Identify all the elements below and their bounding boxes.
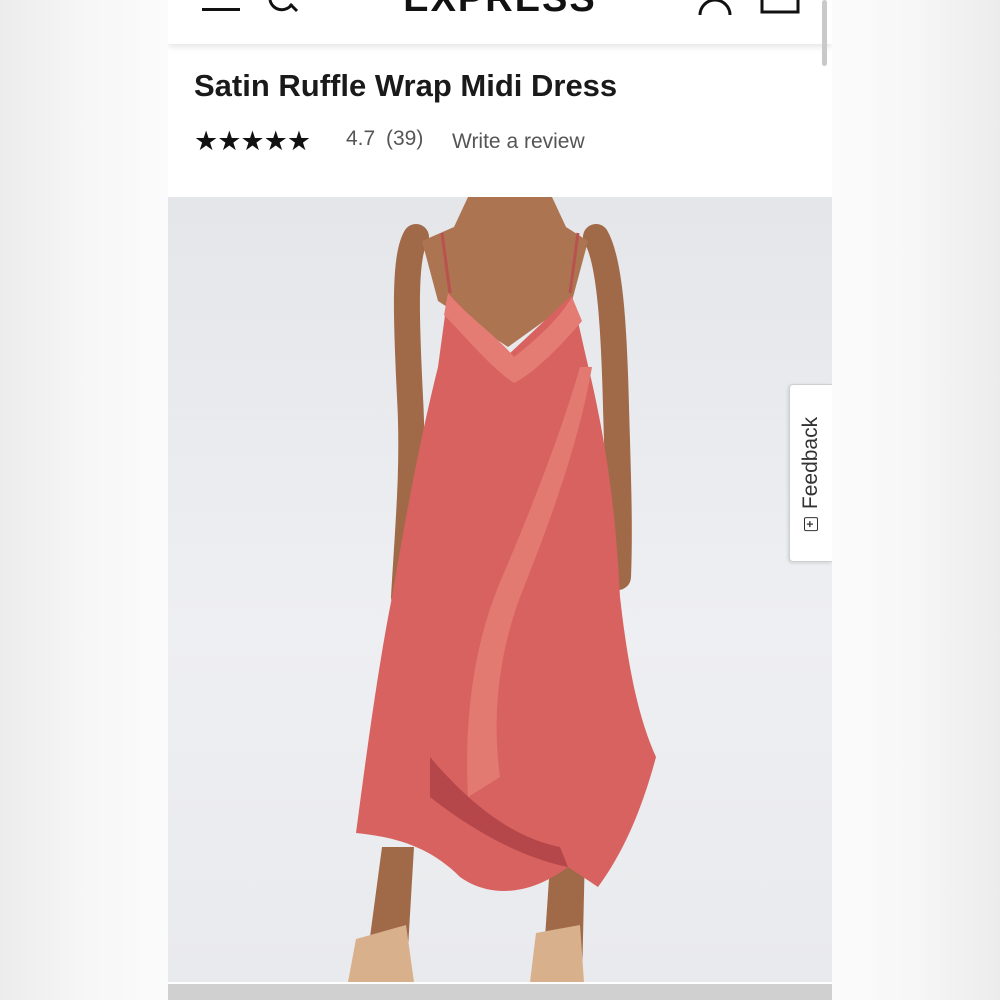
- bottom-bar: [168, 984, 832, 1000]
- feedback-tab[interactable]: + Feedback: [789, 384, 832, 562]
- rating-value: 4.7: [346, 127, 376, 150]
- scrollbar[interactable]: [822, 0, 827, 66]
- review-count[interactable]: (39): [386, 127, 423, 151]
- model-illustration: [348, 197, 656, 982]
- site-header: EXPRESS: [168, 0, 832, 44]
- product-title: Satin Ruffle Wrap Midi Dress: [194, 68, 618, 103]
- star-rating-icon[interactable]: ★★★★★: [194, 124, 311, 158]
- write-review-link[interactable]: Write a review: [452, 130, 585, 154]
- mobile-page: EXPRESS Satin Ruffle Wrap Midi Dress ★★★…: [168, 0, 832, 1000]
- product-photo[interactable]: [168, 197, 832, 982]
- plus-box-icon: +: [803, 517, 818, 532]
- left-heel: [348, 925, 414, 982]
- account-icon[interactable]: [698, 0, 732, 16]
- brand-logo[interactable]: EXPRESS: [168, 0, 832, 21]
- feedback-label: Feedback: [799, 416, 822, 510]
- right-heel: [530, 925, 584, 982]
- shopping-bag-icon[interactable]: [760, 0, 800, 16]
